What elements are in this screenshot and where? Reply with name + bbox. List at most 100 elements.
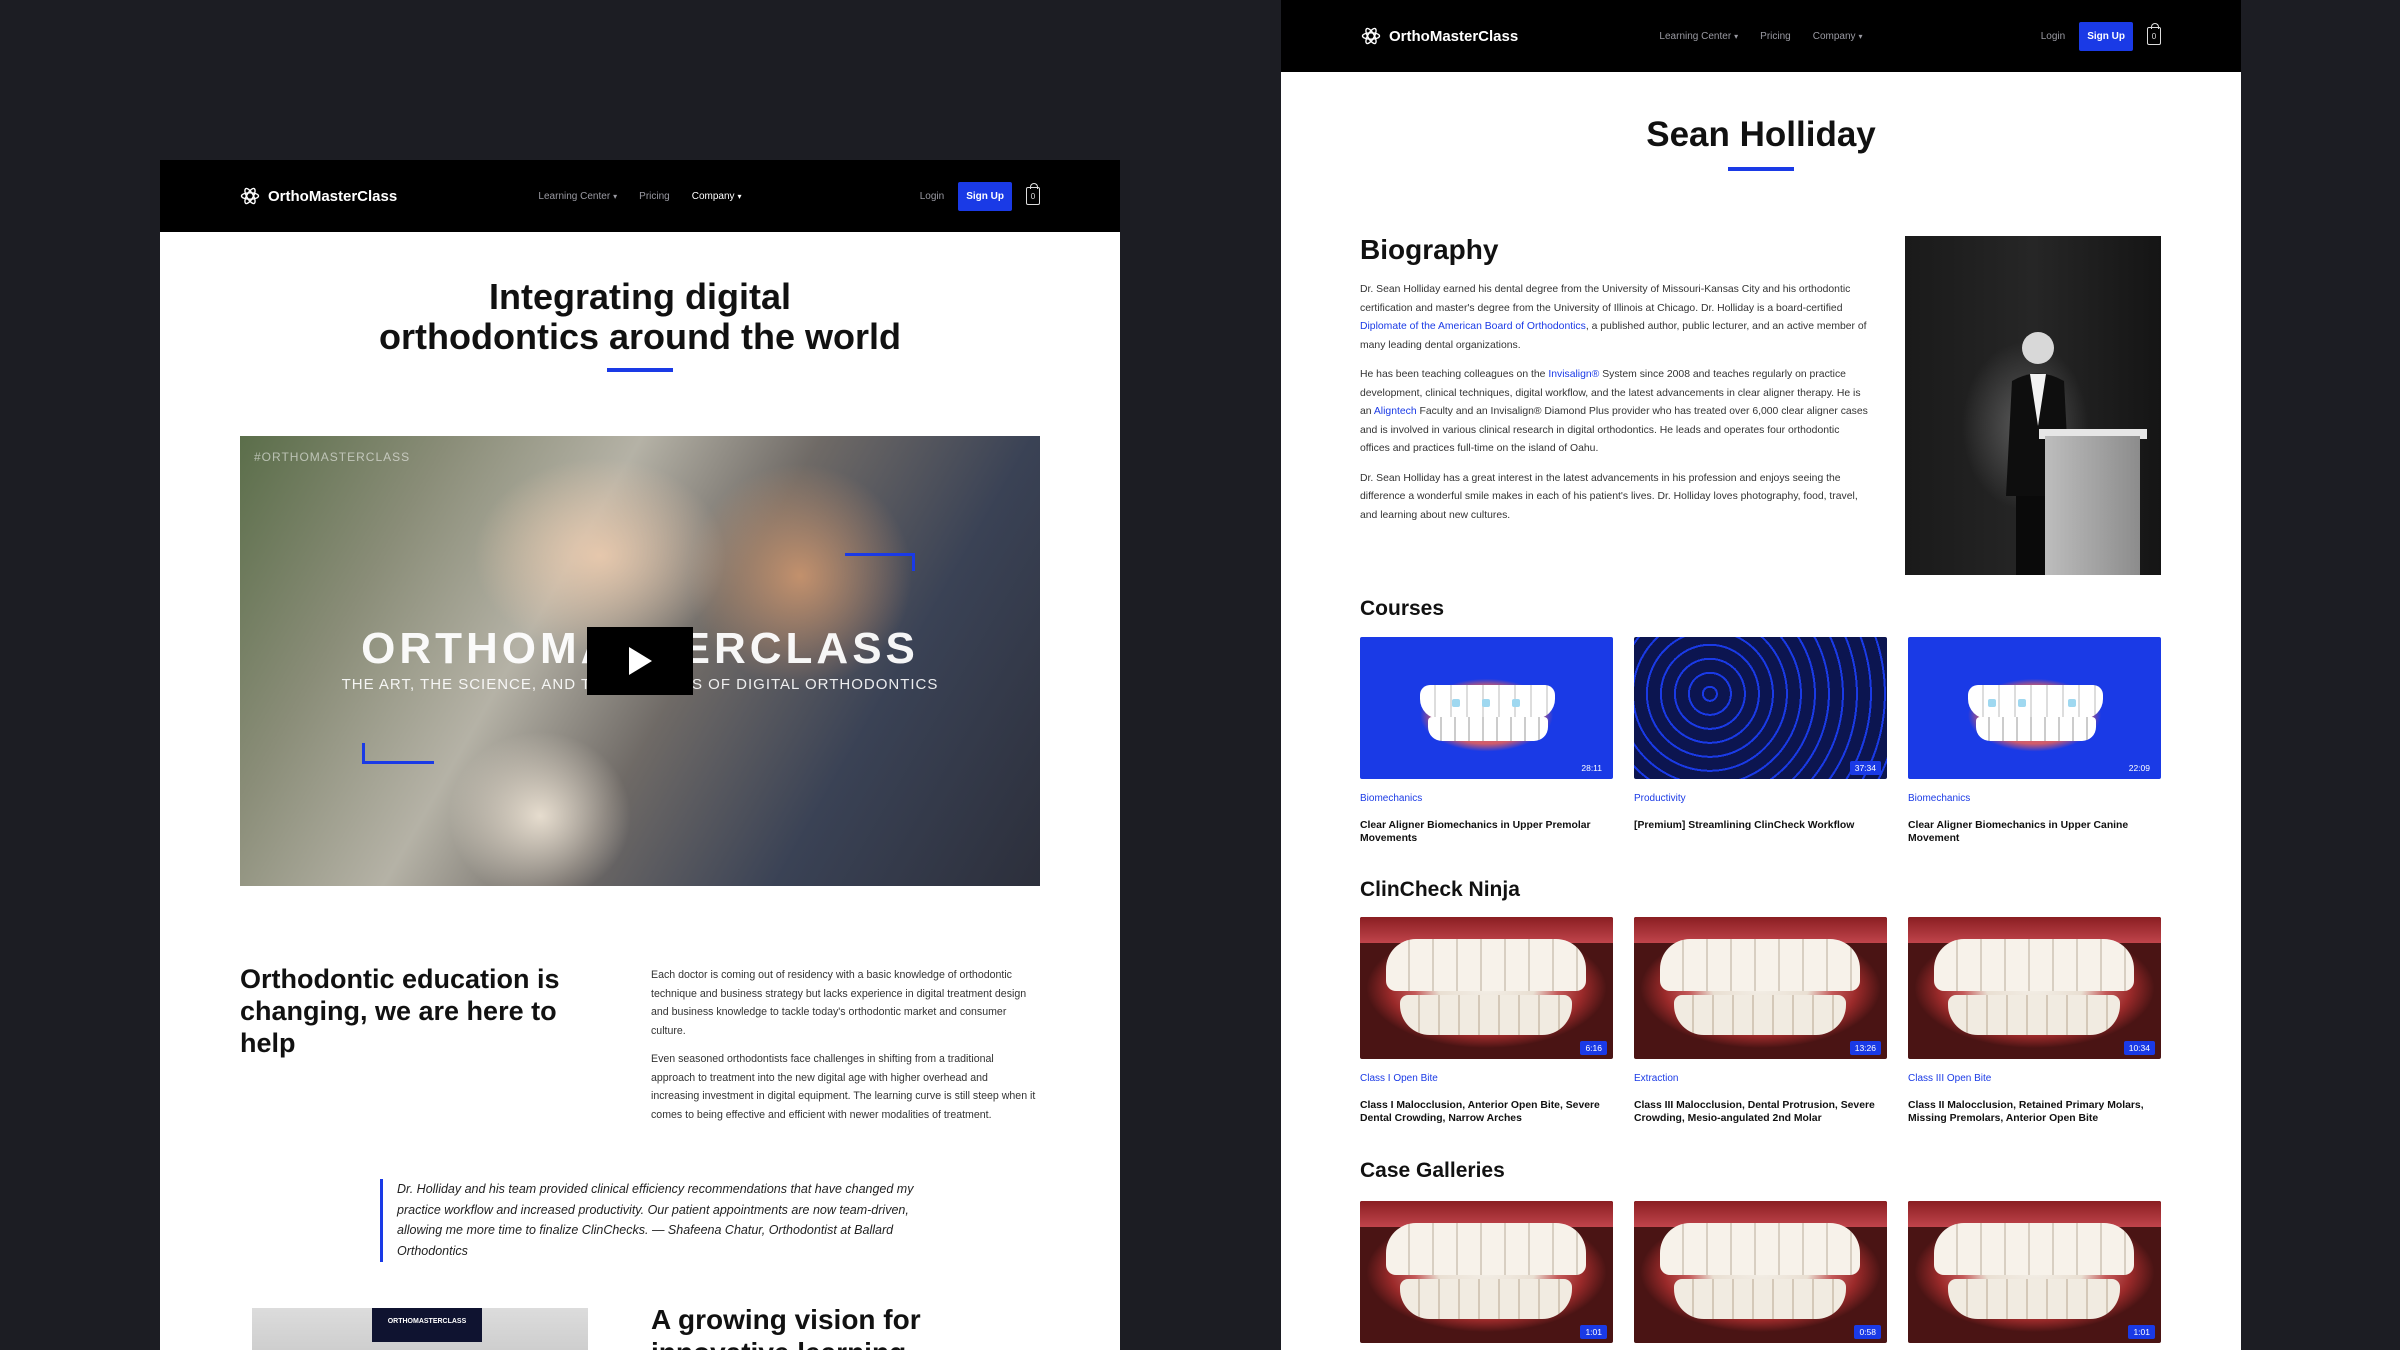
gallery-thumbnail[interactable]: 0:58 bbox=[1634, 1201, 1887, 1343]
nav-company[interactable]: Company ▾ bbox=[692, 191, 742, 202]
hero-title-line1: Integrating digital bbox=[489, 276, 791, 317]
signup-button[interactable]: Sign Up bbox=[2079, 21, 2133, 51]
upper-teeth bbox=[1660, 1223, 1860, 1275]
duration-badge: 37:34 bbox=[1849, 761, 1881, 775]
play-button[interactable] bbox=[587, 627, 693, 695]
courses-heading: Courses bbox=[1360, 597, 1445, 620]
course-card[interactable]: 28:11 Biomechanics Clear Aligner Biomech… bbox=[1360, 637, 1613, 845]
case-card[interactable]: 13:26 Extraction Class III Malocclusion,… bbox=[1634, 917, 1887, 1125]
upper-teeth bbox=[1934, 1223, 2134, 1275]
video-accent-line bbox=[845, 553, 915, 556]
case-title[interactable]: Class III Malocclusion, Dental Protrusio… bbox=[1634, 1099, 1887, 1125]
upper-teeth bbox=[1660, 939, 1860, 991]
lower-teeth bbox=[1948, 995, 2120, 1035]
case-thumbnail[interactable]: 10:34 bbox=[1908, 917, 2161, 1059]
course-title[interactable]: [Premium] Streamlining ClinCheck Workflo… bbox=[1634, 819, 1887, 832]
duration-badge: 10:34 bbox=[2123, 1041, 2155, 1055]
course-card[interactable]: 37:34 Productivity [Premium] Streamlinin… bbox=[1634, 637, 1887, 845]
course-category[interactable]: Biomechanics bbox=[1360, 793, 1613, 804]
course-category[interactable]: Biomechanics bbox=[1908, 793, 2161, 804]
lower-teeth bbox=[1400, 995, 1572, 1035]
gallery-card[interactable]: 0:58 bbox=[1634, 1201, 1887, 1343]
case-title[interactable]: Class I Malocclusion, Anterior Open Bite… bbox=[1360, 1099, 1613, 1125]
intro-video[interactable]: #ORTHOMASTERCLASS ORTHOMASTERCLASS THE A… bbox=[240, 436, 1040, 886]
bracket-mark bbox=[2068, 699, 2076, 707]
bio-paragraph: He has been teaching colleagues on the I… bbox=[1360, 369, 1868, 455]
course-category[interactable]: Productivity bbox=[1634, 793, 1887, 804]
education-paragraph: Even seasoned orthodontists face challen… bbox=[651, 1053, 1036, 1121]
case-thumbnail[interactable]: 13:26 bbox=[1634, 917, 1887, 1059]
course-thumbnail[interactable]: 28:11 bbox=[1360, 637, 1613, 779]
clincheck-ninja-heading: ClinCheck Ninja bbox=[1360, 878, 1520, 901]
login-link[interactable]: Login bbox=[920, 191, 944, 202]
case-card[interactable]: 10:34 Class III Open Bite Class II Maloc… bbox=[1908, 917, 2161, 1125]
team-photo: ORTHOMASTERCLASS bbox=[252, 1308, 588, 1350]
course-thumbnail[interactable]: 37:34 bbox=[1634, 637, 1887, 779]
profile-name: Sean Holliday bbox=[1646, 115, 1876, 154]
bracket-mark bbox=[1512, 699, 1520, 707]
vision-heading: A growing vision for innovative learning bbox=[651, 1304, 921, 1350]
gallery-thumbnail[interactable]: 1:01 bbox=[1360, 1201, 1613, 1343]
nav-pricing[interactable]: Pricing bbox=[1760, 31, 1791, 42]
duration-badge: 0:58 bbox=[1854, 1325, 1881, 1339]
lower-teeth bbox=[1674, 995, 1846, 1035]
signup-button[interactable]: Sign Up bbox=[958, 181, 1012, 211]
biography-heading: Biography bbox=[1360, 234, 1499, 265]
nav-learning-center[interactable]: Learning Center ▾ bbox=[538, 191, 617, 202]
aligntech-link[interactable]: Aligntech bbox=[1374, 406, 1417, 417]
course-thumbnail[interactable]: 22:09 bbox=[1908, 637, 2161, 779]
duration-badge: 22:09 bbox=[2123, 761, 2155, 775]
profile-page-frame: OrthoMasterClass Learning Center ▾ Pricin… bbox=[1281, 0, 2241, 1350]
case-card[interactable]: 6:16 Class I Open Bite Class I Malocclus… bbox=[1360, 917, 1613, 1125]
cart-icon[interactable]: 0 bbox=[2147, 23, 2161, 45]
chevron-down-icon: ▾ bbox=[1858, 31, 1863, 41]
lower-teeth bbox=[1400, 1279, 1572, 1319]
video-accent-line bbox=[362, 743, 365, 763]
gallery-card[interactable]: 1:01 bbox=[1360, 1201, 1613, 1343]
upper-teeth bbox=[1386, 1223, 1586, 1275]
hero-title-line2: orthodontics around the world bbox=[379, 315, 901, 357]
abo-link[interactable]: Diplomate of the American Board of Ortho… bbox=[1360, 321, 1586, 332]
duration-badge: 1:01 bbox=[2128, 1325, 2155, 1339]
nav-pricing[interactable]: Pricing bbox=[639, 191, 670, 202]
education-heading: Orthodontic education is changing, we ar… bbox=[240, 964, 560, 1058]
title-underline bbox=[1728, 167, 1794, 171]
case-thumbnail[interactable]: 6:16 bbox=[1360, 917, 1613, 1059]
upper-teeth bbox=[1386, 939, 1586, 991]
bio-paragraph: Dr. Sean Holliday has a great interest i… bbox=[1360, 472, 1858, 521]
case-category[interactable]: Class III Open Bite bbox=[1908, 1073, 2161, 1084]
case-category[interactable]: Extraction bbox=[1634, 1073, 1887, 1084]
case-galleries-list: 1:01 0:58 1:01 bbox=[1360, 1201, 2161, 1343]
chevron-down-icon: ▾ bbox=[737, 191, 742, 201]
courses-list: 28:11 Biomechanics Clear Aligner Biomech… bbox=[1360, 637, 2161, 845]
cart-icon[interactable]: 0 bbox=[1026, 183, 1040, 205]
home-page-frame: OrthoMasterClass Learning Center ▾ Pricin… bbox=[160, 160, 1120, 1350]
course-title[interactable]: Clear Aligner Biomechanics in Upper Cani… bbox=[1908, 819, 2161, 845]
case-category[interactable]: Class I Open Bite bbox=[1360, 1073, 1613, 1084]
brand-name: OrthoMasterClass bbox=[268, 187, 398, 205]
case-title[interactable]: Class II Malocclusion, Retained Primary … bbox=[1908, 1099, 2161, 1125]
teeth-model bbox=[1428, 717, 1548, 741]
gallery-thumbnail[interactable]: 1:01 bbox=[1908, 1201, 2161, 1343]
gallery-card[interactable]: 1:01 bbox=[1908, 1201, 2161, 1343]
nav-company[interactable]: Company ▾ bbox=[1813, 31, 1863, 42]
title-underline bbox=[607, 368, 673, 373]
brand-logo[interactable]: OrthoMasterClass bbox=[1361, 26, 1518, 46]
biography-text: Dr. Sean Holliday earned his dental degr… bbox=[1360, 281, 1870, 525]
nav-learning-center[interactable]: Learning Center ▾ bbox=[1659, 31, 1738, 42]
video-accent-line bbox=[912, 553, 915, 571]
education-text: Each doctor is coming out of residency w… bbox=[651, 966, 1036, 1124]
duration-badge: 6:16 bbox=[1580, 1041, 1607, 1055]
brand-logo[interactable]: OrthoMasterClass bbox=[240, 186, 397, 206]
course-card[interactable]: 22:09 Biomechanics Clear Aligner Biomech… bbox=[1908, 637, 2161, 845]
chevron-down-icon: ▾ bbox=[613, 191, 618, 201]
bracket-mark bbox=[1988, 699, 1996, 707]
duration-badge: 1:01 bbox=[1580, 1325, 1607, 1339]
case-galleries-heading: Case Galleries bbox=[1360, 1159, 1505, 1182]
play-icon bbox=[629, 647, 652, 675]
login-link[interactable]: Login bbox=[2041, 31, 2065, 42]
course-title[interactable]: Clear Aligner Biomechanics in Upper Prem… bbox=[1360, 819, 1613, 845]
video-accent-line bbox=[362, 761, 434, 764]
bracket-mark bbox=[1482, 699, 1490, 707]
invisalign-link[interactable]: Invisalign® bbox=[1548, 369, 1599, 380]
